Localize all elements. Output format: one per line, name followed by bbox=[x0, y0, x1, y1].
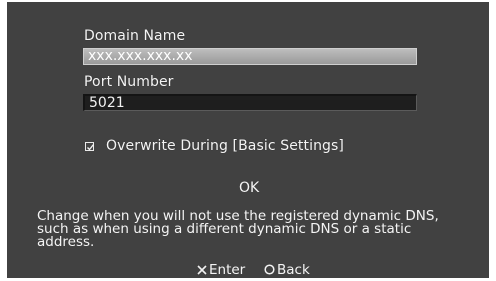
checkmark-icon bbox=[87, 144, 95, 151]
port-number-label: Port Number bbox=[84, 74, 174, 90]
back-label: Back bbox=[277, 262, 310, 278]
domain-name-field[interactable]: xxx.xxx.xxx.xx bbox=[83, 48, 417, 65]
domain-name-value: xxx.xxx.xxx.xx bbox=[88, 48, 193, 64]
description-line-3: address. bbox=[37, 234, 95, 250]
ok-button[interactable]: OK bbox=[239, 180, 259, 196]
enter-hint[interactable]: Enter bbox=[197, 262, 245, 278]
port-number-field[interactable]: 5021 bbox=[83, 94, 417, 111]
domain-name-label: Domain Name bbox=[84, 28, 186, 44]
dynamic-dns-settings-screen: Domain Name xxx.xxx.xxx.xx Port Number 5… bbox=[7, 2, 489, 278]
cross-icon bbox=[197, 265, 207, 275]
back-hint[interactable]: Back bbox=[264, 262, 310, 278]
description-line-2: such as when using a different dynamic D… bbox=[37, 221, 412, 237]
circle-icon bbox=[264, 264, 275, 275]
enter-label: Enter bbox=[209, 262, 246, 278]
port-number-value: 5021 bbox=[89, 95, 125, 111]
overwrite-label: Overwrite During [Basic Settings] bbox=[106, 138, 344, 154]
description-text: Change when you will not use the registe… bbox=[37, 209, 482, 250]
overwrite-checkbox[interactable] bbox=[85, 142, 95, 151]
